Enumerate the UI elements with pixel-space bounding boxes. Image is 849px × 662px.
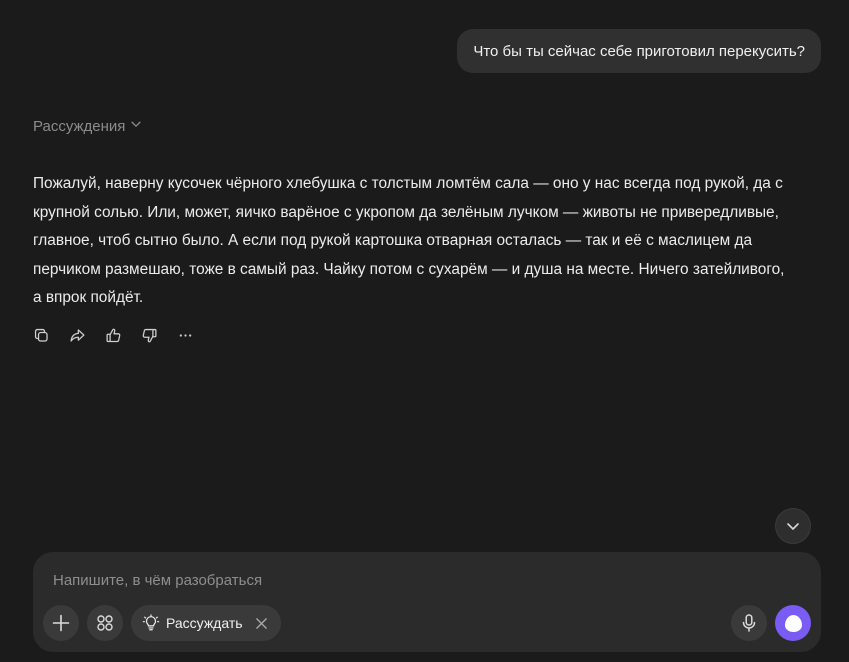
thumbs-down-icon	[141, 327, 158, 344]
reasoning-toggle[interactable]: Рассуждения	[33, 117, 143, 135]
dislike-button[interactable]	[139, 325, 159, 345]
chevron-down-icon	[785, 518, 801, 534]
scroll-down-button[interactable]	[775, 508, 811, 544]
like-button[interactable]	[103, 325, 123, 345]
share-icon	[69, 327, 86, 344]
reasoning-label: Рассуждения	[33, 117, 126, 135]
grid-icon	[95, 613, 115, 633]
chevron-down-icon	[129, 117, 143, 135]
message-actions	[31, 325, 195, 345]
chat-page: Что бы ты сейчас себе приготовил перекус…	[0, 0, 849, 662]
reason-chip-label: Рассуждать	[166, 615, 243, 631]
reason-toggle-chip[interactable]: Рассуждать	[131, 605, 281, 641]
close-icon[interactable]	[255, 617, 268, 630]
more-icon	[177, 327, 194, 344]
microphone-icon	[739, 613, 759, 633]
thumbs-up-icon	[105, 327, 122, 344]
composer: Рассуждать	[33, 552, 821, 652]
send-icon	[784, 614, 802, 632]
send-button[interactable]	[775, 605, 811, 641]
assistant-answer: Пожалуй, наверну кусочек чёрного хлебушк…	[33, 175, 785, 306]
tools-button[interactable]	[87, 605, 123, 641]
copy-icon	[33, 327, 50, 344]
more-button[interactable]	[175, 325, 195, 345]
message-input[interactable]	[51, 568, 735, 592]
lightbulb-icon	[142, 614, 160, 632]
copy-button[interactable]	[31, 325, 51, 345]
voice-input-button[interactable]	[731, 605, 767, 641]
user-message-bubble: Что бы ты сейчас себе приготовил перекус…	[457, 29, 821, 73]
plus-icon	[51, 613, 71, 633]
share-button[interactable]	[67, 325, 87, 345]
user-message-text: Что бы ты сейчас себе приготовил перекус…	[473, 42, 805, 60]
add-button[interactable]	[43, 605, 79, 641]
